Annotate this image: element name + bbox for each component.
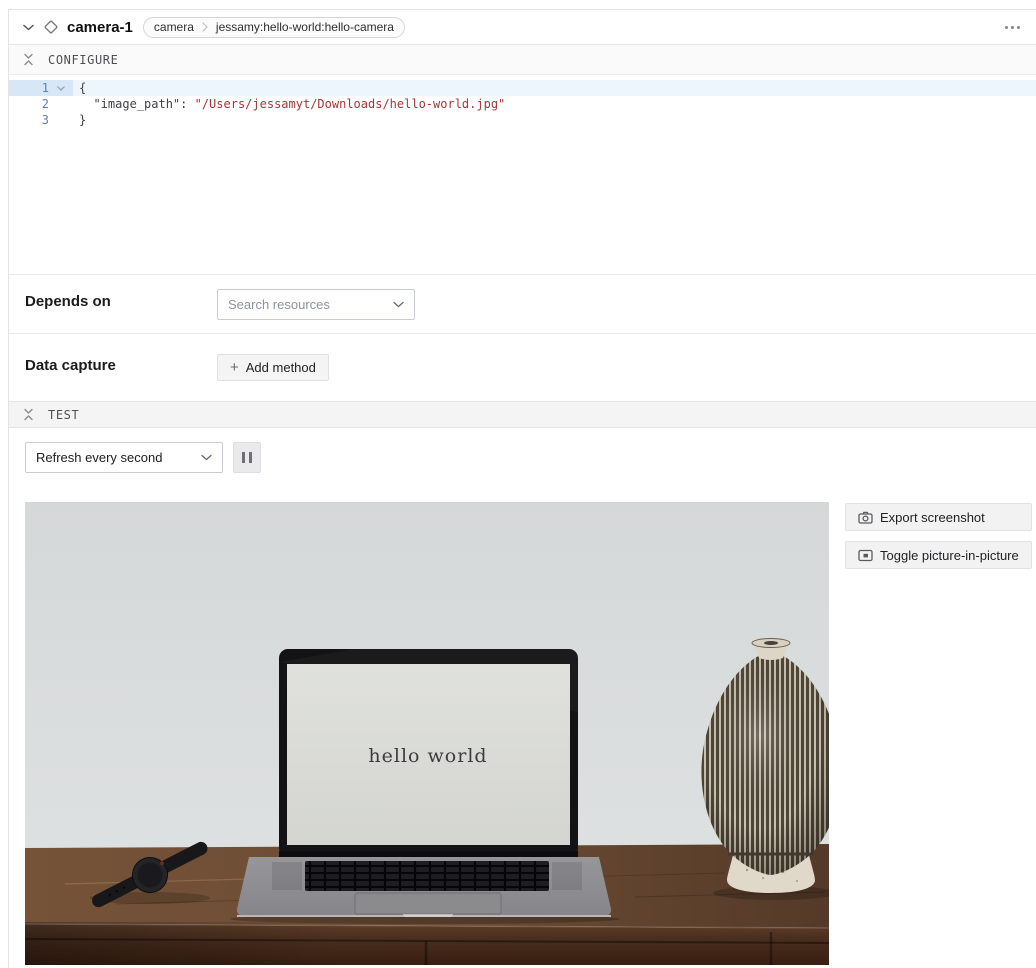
chevron-down-icon — [393, 301, 404, 308]
feed-actions: Export screenshot Toggle picture-in-pict… — [845, 502, 1032, 569]
plus-icon: + — [230, 360, 239, 375]
refresh-rate-value: Refresh every second — [36, 450, 162, 465]
data-capture-label: Data capture — [25, 354, 217, 374]
photo-laptop: hello world — [230, 649, 620, 924]
refresh-rate-select[interactable]: Refresh every second — [25, 442, 223, 473]
fold-chevron-icon[interactable] — [49, 80, 73, 96]
test-section-bar[interactable]: TEST — [9, 401, 1036, 428]
laptop-screen-text: hello world — [368, 745, 487, 767]
component-title: camera-1 — [67, 19, 133, 36]
toggle-pip-button[interactable]: Toggle picture-in-picture — [845, 541, 1032, 569]
component-diamond-icon — [43, 19, 59, 35]
line-number: 3 — [9, 112, 49, 128]
badge-separator-chevron-icon — [202, 22, 208, 32]
chevron-down-icon — [201, 454, 212, 461]
collapse-chevron-icon[interactable] — [21, 20, 35, 34]
badge-type-label: camera — [154, 20, 194, 34]
refresh-controls: Refresh every second — [9, 428, 1036, 502]
component-header: camera-1 camera jessamy:hello-world:hell… — [9, 10, 1036, 45]
code-line: 1 { — [9, 80, 1036, 96]
picture-in-picture-icon — [858, 549, 873, 562]
data-capture-row: Data capture + Add method — [9, 334, 1036, 401]
camera-icon — [858, 511, 873, 524]
depends-on-row: Depends on Search resources — [9, 275, 1036, 334]
code-line: 2 "image_path": "/Users/jessamyt/Downloa… — [9, 96, 1036, 112]
camera-feed-row: hello world — [9, 502, 1036, 965]
depends-on-label: Depends on — [25, 289, 217, 310]
search-resources-placeholder: Search resources — [228, 297, 330, 312]
camera-feed-image: hello world — [25, 502, 829, 965]
line-number: 2 — [9, 96, 49, 112]
badge-model-label: jessamy:hello-world:hello-camera — [216, 20, 394, 34]
export-screenshot-button[interactable]: Export screenshot — [845, 503, 1032, 531]
depends-on-search-select[interactable]: Search resources — [217, 289, 415, 320]
configure-section-bar[interactable]: CONFIGURE — [9, 45, 1036, 75]
export-screenshot-label: Export screenshot — [880, 510, 985, 525]
test-section-label: TEST — [48, 408, 79, 422]
toggle-pip-label: Toggle picture-in-picture — [880, 548, 1019, 563]
configure-section-label: CONFIGURE — [48, 53, 118, 67]
add-method-label: Add method — [246, 360, 316, 375]
pause-button[interactable] — [233, 442, 261, 473]
pause-icon — [242, 452, 245, 463]
code-text: "image_path": "/Users/jessamyt/Downloads… — [73, 96, 505, 112]
component-type-badge: camera jessamy:hello-world:hello-camera — [143, 17, 405, 38]
code-line: 3 } — [9, 112, 1036, 128]
add-method-button[interactable]: + Add method — [217, 354, 329, 381]
collapse-vertical-icon[interactable] — [23, 408, 34, 421]
code-text: } — [73, 112, 86, 128]
component-card: camera-1 camera jessamy:hello-world:hell… — [8, 9, 1036, 968]
collapse-vertical-icon[interactable] — [23, 53, 34, 66]
json-config-editor[interactable]: 1 { 2 "image_path": "/Users/jessamyt/Dow… — [9, 75, 1036, 275]
more-menu-icon[interactable] — [997, 20, 1028, 35]
code-text: { — [73, 80, 86, 96]
line-number: 1 — [9, 80, 49, 96]
